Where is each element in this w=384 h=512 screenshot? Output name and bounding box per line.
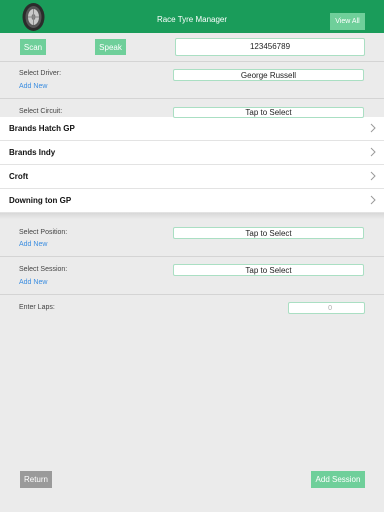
- position-label: Select Position:: [19, 229, 68, 236]
- code-input[interactable]: 123456789: [175, 38, 365, 56]
- separator: [0, 61, 384, 62]
- speak-button[interactable]: Speak: [95, 39, 126, 55]
- scan-button[interactable]: Scan: [20, 39, 46, 55]
- circuit-label: Select Circuit:: [19, 108, 63, 115]
- app-header: Race Tyre Manager View All: [0, 0, 384, 33]
- separator: [0, 98, 384, 99]
- add-new-session-link[interactable]: Add New: [19, 279, 47, 286]
- laps-label: Enter Laps:: [19, 304, 55, 311]
- laps-input[interactable]: 0: [288, 302, 365, 314]
- list-shadow: [0, 213, 384, 219]
- circuit-options-list: Brands Hatch GP Brands Indy Croft Downin…: [0, 117, 384, 213]
- circuit-option[interactable]: Brands Hatch GP: [0, 117, 384, 141]
- app-title: Race Tyre Manager: [156, 15, 228, 24]
- return-button[interactable]: Return: [20, 471, 52, 488]
- circuit-option[interactable]: Brands Indy: [0, 141, 384, 165]
- session-label: Select Session:: [19, 266, 68, 273]
- driver-select[interactable]: George Russell: [173, 69, 364, 81]
- session-select[interactable]: Tap to Select: [173, 264, 364, 276]
- view-all-button[interactable]: View All: [330, 13, 365, 30]
- chevron-right-icon: [370, 147, 376, 157]
- circuit-option[interactable]: Downing ton GP: [0, 189, 384, 213]
- separator: [0, 256, 384, 257]
- circuit-option-label: Downing ton GP: [9, 196, 72, 205]
- circuit-option-label: Croft: [9, 172, 29, 181]
- separator: [0, 294, 384, 295]
- driver-label: Select Driver:: [19, 70, 62, 77]
- chevron-right-icon: [370, 171, 376, 181]
- chevron-right-icon: [370, 123, 376, 133]
- add-new-position-link[interactable]: Add New: [19, 241, 47, 248]
- add-new-driver-link[interactable]: Add New: [19, 83, 47, 90]
- circuit-select[interactable]: Tap to Select: [173, 107, 364, 118]
- position-select[interactable]: Tap to Select: [173, 227, 364, 239]
- chevron-right-icon: [370, 195, 376, 205]
- circuit-option[interactable]: Croft: [0, 165, 384, 189]
- circuit-option-label: Brands Indy: [9, 148, 56, 157]
- add-session-button[interactable]: Add Session: [311, 471, 365, 488]
- circuit-option-label: Brands Hatch GP: [9, 124, 75, 133]
